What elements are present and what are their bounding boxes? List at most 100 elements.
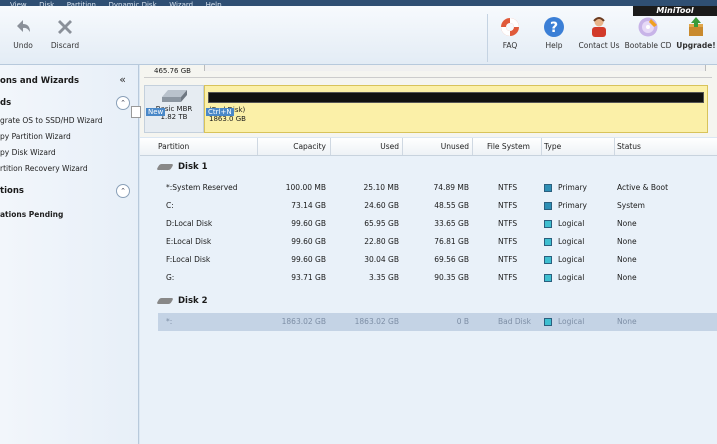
partition-type-swatch-icon <box>544 220 552 228</box>
col-capacity[interactable]: Capacity <box>258 142 326 151</box>
cell-status: Active & Boot <box>617 183 668 192</box>
cell-type: Logical <box>544 237 584 246</box>
wizard-item-partition-recovery[interactable]: rtition Recovery Wizard <box>0 164 88 173</box>
cell-text: Logical <box>558 237 585 246</box>
cell-text: None <box>617 219 637 228</box>
discard-button[interactable]: Discard <box>50 16 80 50</box>
undo-button[interactable]: Undo <box>10 16 36 50</box>
cell-capacity: 73.14 GB <box>258 201 326 210</box>
cell-status: System <box>617 201 645 210</box>
cell-text: 1863.02 GB <box>354 317 399 326</box>
cell-text: 22.80 GB <box>364 237 399 246</box>
disk2-partition-bar[interactable]: (Bad Disk) 1863.0 GB <box>204 85 708 133</box>
cell-used: 65.95 GB <box>331 219 399 228</box>
cell-fs: NTFS <box>498 237 517 246</box>
partition-type-swatch-icon <box>544 202 552 210</box>
cell-text: G: <box>166 273 175 282</box>
cell-partition: D:Local Disk <box>166 219 212 228</box>
cell-partition: *: <box>166 317 172 326</box>
cell-text: Bad Disk <box>498 317 531 326</box>
toolbar: MiniTool Undo Discard FAQ ? Help Contact… <box>0 6 717 65</box>
col-divider[interactable] <box>472 138 473 155</box>
partition-type-swatch-icon <box>544 318 552 326</box>
cell-text: 30.04 GB <box>364 255 399 264</box>
col-used[interactable]: Used <box>331 142 399 151</box>
cell-text: *: <box>166 317 173 326</box>
disk-header-1[interactable]: Disk 1 <box>156 162 208 172</box>
cell-used: 25.10 MB <box>331 183 399 192</box>
cell-status: None <box>617 317 637 326</box>
cell-text: 76.81 GB <box>434 237 469 246</box>
cell-text: D:Local Disk <box>166 219 213 228</box>
cell-unused: 48.55 GB <box>403 201 469 210</box>
cell-status: None <box>617 219 637 228</box>
wizards-collapse-chevron-icon[interactable]: ⌃ <box>116 96 130 110</box>
bootable-cd-label: Bootable CD <box>624 41 672 50</box>
disk1-map-strip[interactable]: 465.76 GB <box>144 65 712 78</box>
cell-text: Logical <box>558 317 585 326</box>
cell-partition: F:Local Disk <box>166 255 210 264</box>
cell-text: System <box>617 201 645 210</box>
cell-text: None <box>617 317 637 326</box>
cell-type: Logical <box>544 255 584 264</box>
table-row[interactable]: C: 73.14 GB 24.60 GB 48.55 GB NTFS Primary Sys… <box>158 197 717 215</box>
table-row[interactable]: *:System Reserved 100.00 MB 25.10 MB 74.89 … <box>158 179 717 197</box>
faq-button[interactable]: FAQ <box>496 16 524 50</box>
cell-text: Logical <box>558 219 585 228</box>
cell-fs: NTFS <box>498 183 517 192</box>
cell-capacity: 99.60 GB <box>258 255 326 264</box>
context-menu-new[interactable]: New <box>146 108 166 116</box>
cell-text: 1863.02 GB <box>281 317 326 326</box>
col-divider[interactable] <box>614 138 615 155</box>
disk-icon <box>156 163 174 170</box>
contact-us-button[interactable]: Contact Us <box>578 16 620 50</box>
cell-fs: NTFS <box>498 201 517 210</box>
table-row[interactable]: E:Local Disk 99.60 GB 22.80 GB 76.81 GB NTFS… <box>158 233 717 251</box>
table-row[interactable]: *: 1863.02 GB 1863.02 GB 0 B Bad Disk Logical… <box>158 313 717 331</box>
partition-table: Partition Capacity Used Unused File Syst… <box>140 138 717 444</box>
col-file-system[interactable]: File System <box>487 142 530 151</box>
cell-status: None <box>617 255 637 264</box>
cell-text: 65.95 GB <box>364 219 399 228</box>
cell-fs: NTFS <box>498 273 517 282</box>
cell-status: None <box>617 237 637 246</box>
cell-text: 93.71 GB <box>291 273 326 282</box>
operations-pending-label: ations Pending <box>0 210 64 219</box>
wizard-item-migrate-os[interactable]: grate OS to SSD/HD Wizard <box>0 116 103 125</box>
table-row[interactable]: G: 93.71 GB 3.35 GB 90.35 GB NTFS Logical None <box>158 269 717 287</box>
cell-text: None <box>617 273 637 282</box>
disk-header-2[interactable]: Disk 2 <box>156 296 208 306</box>
col-unused[interactable]: Unused <box>403 142 469 151</box>
bootable-cd-button[interactable]: Bootable CD <box>624 16 672 50</box>
col-partition[interactable]: Partition <box>158 142 189 151</box>
cell-unused: 0 B <box>403 317 469 326</box>
cell-text: F:Local Disk <box>166 255 211 264</box>
col-type[interactable]: Type <box>544 142 561 151</box>
cell-type: Logical <box>544 317 584 326</box>
wizard-item-copy-disk[interactable]: py Disk Wizard <box>0 148 56 157</box>
cell-text: 24.60 GB <box>364 201 399 210</box>
col-divider[interactable] <box>541 138 542 155</box>
cell-text: E:Local Disk <box>166 237 212 246</box>
svg-text:?: ? <box>550 20 558 36</box>
help-button[interactable]: ? Help <box>540 16 568 50</box>
wizard-item-copy-partition[interactable]: py Partition Wizard <box>0 132 71 141</box>
disk-name: Disk 1 <box>178 162 208 172</box>
upgrade-button[interactable]: Upgrade! <box>676 16 716 50</box>
cell-text: 99.60 GB <box>291 255 326 264</box>
cell-text: 69.56 GB <box>434 255 469 264</box>
table-row[interactable]: F:Local Disk 99.60 GB 30.04 GB 69.56 GB NTFS… <box>158 251 717 269</box>
cd-icon <box>638 17 658 37</box>
cell-text: 99.60 GB <box>291 237 326 246</box>
disk-icon <box>156 297 174 304</box>
table-row[interactable]: D:Local Disk 99.60 GB 65.95 GB 33.65 GB NTFS… <box>158 215 717 233</box>
cell-partition: G: <box>166 273 174 282</box>
operations-collapse-chevron-icon[interactable]: ⌃ <box>116 184 130 198</box>
col-status[interactable]: Status <box>617 142 641 151</box>
disk1-size-label: 465.76 GB <box>154 67 191 75</box>
actions-and-wizards-title: ons and Wizards <box>0 76 80 86</box>
cell-capacity: 93.71 GB <box>258 273 326 282</box>
cell-text: 90.35 GB <box>434 273 469 282</box>
cell-partition: E:Local Disk <box>166 237 211 246</box>
collapse-panel-icon[interactable]: « <box>119 73 126 86</box>
